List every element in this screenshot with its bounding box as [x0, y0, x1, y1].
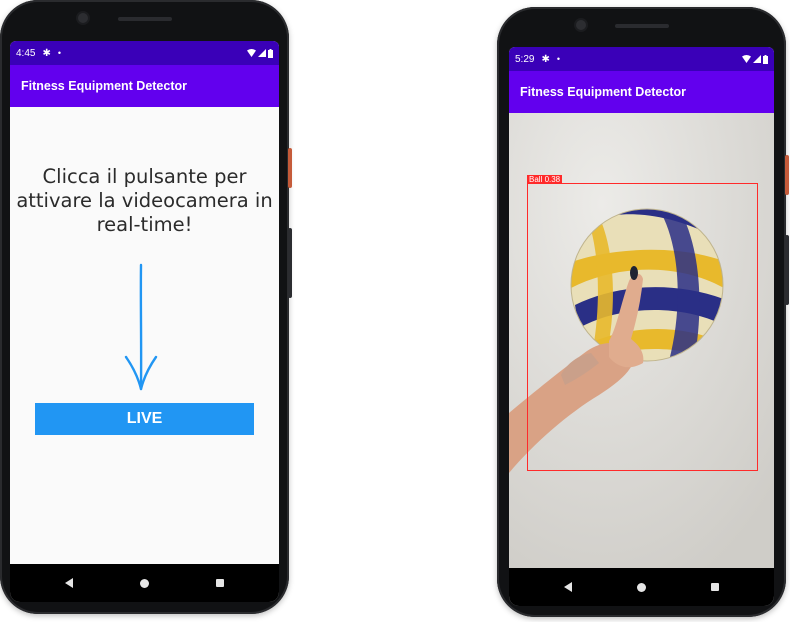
home-icon[interactable] — [139, 578, 149, 588]
power-button — [785, 155, 789, 195]
navigation-bar — [10, 564, 279, 602]
gear-icon: ✱ — [541, 53, 550, 65]
speaker-grille — [615, 24, 669, 28]
app-bar: Fitness Equipment Detector — [509, 71, 774, 113]
recents-icon[interactable] — [711, 583, 720, 591]
detection-label: Ball 0.38 — [527, 175, 563, 184]
speaker-grille — [118, 17, 172, 21]
live-button[interactable]: LIVE — [35, 403, 254, 435]
dot-icon: • — [57, 48, 62, 58]
power-button — [288, 148, 292, 188]
front-camera-icon — [576, 20, 586, 30]
volume-button — [785, 235, 789, 305]
instruction-text: Clicca il pulsante per attivare la video… — [16, 165, 273, 236]
wifi-icon — [742, 55, 751, 63]
app-title: Fitness Equipment Detector — [21, 79, 187, 93]
back-icon[interactable] — [563, 582, 572, 592]
back-icon[interactable] — [65, 578, 74, 588]
status-bar: 5:29 ✱ • — [509, 47, 774, 71]
front-camera-icon — [78, 13, 88, 23]
recents-icon[interactable] — [215, 579, 224, 587]
volume-button — [288, 228, 292, 298]
status-time: 5:29 — [515, 53, 535, 65]
signal-icon — [753, 55, 761, 63]
battery-icon — [763, 54, 768, 64]
wifi-icon — [247, 49, 256, 57]
down-arrow-icon — [124, 263, 158, 391]
right-phone: 5:29 ✱ • Fitness Equipment Detector Ball… — [497, 7, 789, 617]
left-screen: 4:45 ✱ • Fitness Equipment Detector Clic… — [10, 41, 279, 602]
home-icon[interactable] — [636, 582, 646, 592]
stage: 4:45 ✱ • Fitness Equipment Detector Clic… — [0, 0, 790, 622]
camera-preview[interactable]: Ball 0.38 — [509, 113, 774, 568]
dot-icon: • — [556, 54, 561, 64]
status-bar: 4:45 ✱ • — [10, 41, 279, 65]
app-title: Fitness Equipment Detector — [520, 85, 686, 99]
navigation-bar — [509, 568, 774, 606]
app-bar: Fitness Equipment Detector — [10, 65, 279, 107]
detection-bounding-box — [527, 183, 758, 471]
right-screen: 5:29 ✱ • Fitness Equipment Detector Ball… — [509, 47, 774, 606]
gear-icon: ✱ — [42, 47, 51, 59]
status-icons — [247, 48, 273, 58]
left-phone: 4:45 ✱ • Fitness Equipment Detector Clic… — [0, 0, 292, 614]
signal-icon — [258, 49, 266, 57]
status-icons — [742, 54, 768, 64]
status-time: 4:45 — [16, 47, 36, 59]
battery-icon — [268, 48, 273, 58]
